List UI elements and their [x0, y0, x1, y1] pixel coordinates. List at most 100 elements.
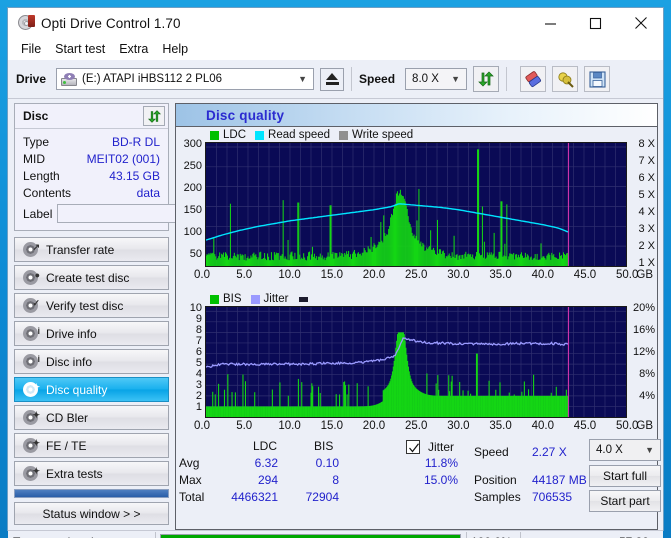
maximize-icon[interactable]: [573, 8, 618, 38]
chart1-ytick-300: 300: [183, 138, 202, 150]
chart1-xtick: 5.0: [236, 269, 253, 281]
stats-bis-max: 8: [332, 473, 339, 487]
status-divider-2: [466, 532, 467, 538]
window-controls: [528, 8, 663, 38]
disc-label-row: Label: [23, 203, 262, 224]
erase-button[interactable]: [520, 66, 547, 92]
status-bar: Test completed 100.0% 57:39: [8, 530, 663, 538]
stats-col-ldc: LDC: [253, 439, 278, 453]
disc-info-panel: Disc Type BD-R DL MID MEIT02 (001) Lengt…: [14, 103, 262, 231]
drive-label: Drive: [16, 72, 47, 86]
legend-item-jitter: Jitter: [250, 293, 288, 305]
chart2-xtick: 20.0: [362, 420, 386, 432]
chart2-plot[interactable]: [205, 306, 627, 418]
disc-row-length-key: Length: [23, 169, 60, 183]
sidebar-item-drive-info[interactable]: i Drive info: [14, 321, 169, 346]
menu-help[interactable]: Help: [155, 39, 195, 59]
chart1-xtick: 15.0: [320, 269, 343, 281]
chart2-y2tick-12: 12%: [632, 346, 655, 358]
refresh-button[interactable]: [473, 66, 500, 92]
sidebar-item-transfer-rate[interactable]: ↗ Transfer rate: [14, 237, 169, 262]
menu-file[interactable]: File: [14, 39, 48, 59]
main-content: Disc quality LDC Read speed Write speed …: [175, 99, 663, 530]
chart1-y2tick-4x: 4 X: [638, 206, 655, 218]
chart1-plotwrap: 300 250 200 150 100 50 8 X 7 X 6 X 5 X 4…: [178, 138, 655, 288]
status-window-button[interactable]: Status window > >: [14, 502, 169, 525]
position-stat-label: Position: [474, 473, 517, 487]
stats-bis-total: 72904: [305, 490, 339, 504]
disc-row-type-value: BD-R DL: [111, 135, 160, 149]
menu-extra[interactable]: Extra: [112, 39, 155, 59]
speed-select[interactable]: 8.0 X ▼: [405, 68, 468, 90]
chart2-xtick: 50.0: [616, 420, 639, 432]
legend-item-write-speed: Write speed: [339, 129, 413, 141]
sidebar-item-cd-bler[interactable]: ✦ CD Bler: [14, 405, 169, 430]
chart2-xtick: 0.0: [194, 420, 210, 432]
speed-label: Speed: [359, 72, 396, 86]
panel-header: Disc quality: [176, 104, 657, 127]
drive-select[interactable]: (E:) ATAPI iHBS112 2 PL06 ▼: [56, 68, 315, 90]
samples-stat-label: Samples: [474, 490, 521, 504]
legend-swatch-bis: [210, 294, 219, 304]
disc-row-type-key: Type: [23, 135, 50, 149]
disc-panel-header: Disc: [15, 104, 168, 129]
speed-stat-value: 2.27 X: [532, 445, 567, 459]
start-part-button[interactable]: Start part: [589, 490, 661, 512]
sidebar-item-label: Verify test disc: [46, 298, 124, 313]
disc-verify-icon: ✓: [22, 297, 40, 314]
sidebar-item-fe-te[interactable]: ✦ FE / TE: [14, 433, 169, 458]
stats-bis-avg: 0.10: [315, 456, 339, 470]
stats-row-max: Max: [179, 473, 202, 487]
app-disc-icon: [18, 15, 35, 31]
start-full-button[interactable]: Start full: [589, 465, 661, 487]
chart1-xtick: 35.0: [489, 269, 512, 281]
chart2-y2tick-16: 16%: [632, 324, 655, 336]
chart1-ytick-100: 100: [183, 226, 202, 238]
sidebar-item-disc-info[interactable]: i Disc info: [14, 349, 169, 374]
chart1-ytick-250: 250: [183, 160, 202, 172]
chart1-plot[interactable]: [205, 142, 627, 267]
chart2-plotwrap: 10 9 8 7 6 5 4 3 2 1 20% 16% 12% 8% 4% 0…: [178, 302, 655, 438]
test-speed-select[interactable]: 4.0 X ▼: [589, 439, 661, 461]
disc-create-icon: ●: [22, 269, 40, 286]
chart1-xtick: 0.0: [194, 269, 210, 281]
sidebar-item-verify-test-disc[interactable]: ✓ Verify test disc: [14, 293, 169, 318]
eject-button[interactable]: [320, 67, 345, 91]
drive-select-value: (E:) ATAPI iHBS112 2 PL06: [82, 73, 223, 85]
disc-extra-icon: ✦: [22, 465, 40, 482]
minimize-icon[interactable]: [528, 8, 573, 38]
refresh-icon: [478, 71, 494, 87]
sidebar-item-create-test-disc[interactable]: ● Create test disc: [14, 265, 169, 290]
legend-swatch-ldc: [210, 130, 219, 140]
eraser-icon: [525, 70, 541, 87]
legend-item-read-speed: Read speed: [255, 129, 330, 141]
chart1-svg: [206, 143, 626, 266]
nav-list: ↗ Transfer rate ● Create test disc ✓ Ver…: [14, 237, 169, 486]
close-icon[interactable]: [618, 8, 663, 38]
chevron-down-icon: ▼: [645, 445, 654, 455]
sidebar-item-label: Create test disc: [46, 270, 130, 285]
chart1-y2tick-1x: 1 X: [638, 257, 655, 269]
disc-row-mid-key: MID: [23, 152, 45, 166]
disc-row-contents-value: data: [136, 186, 160, 200]
chart2-svg: [206, 307, 626, 417]
sidebar-item-extra-tests[interactable]: ✦ Extra tests: [14, 461, 169, 486]
menu-start-test[interactable]: Start test: [48, 39, 112, 59]
chart1-y2tick-6x: 6 X: [638, 172, 655, 184]
chart-bis-jitter: BIS Jitter 10 9 8 7 6 5 4 3 2 1 20% 16% …: [178, 292, 655, 438]
disc-row-length: Length 43.15 GB: [23, 168, 160, 184]
disc-quality-icon: ✦: [22, 381, 40, 398]
sidebar-accent-bar: [14, 489, 169, 498]
tools-button[interactable]: [552, 66, 579, 92]
jitter-checkbox[interactable]: [406, 440, 420, 454]
desktop-background: Opti Drive Control 1.70 File Start test …: [0, 0, 671, 538]
stats-col-bis: BIS: [314, 439, 334, 453]
disc-refresh-button[interactable]: [143, 106, 165, 126]
sidebar-item-disc-quality[interactable]: ✦ Disc quality: [14, 377, 169, 402]
toolbar-divider-2: [506, 67, 508, 91]
application-window: Opti Drive Control 1.70 File Start test …: [7, 7, 664, 538]
save-button[interactable]: [584, 66, 611, 92]
legend-label-bis: BIS: [223, 293, 242, 305]
sidebar: Disc Type BD-R DL MID MEIT02 (001) Lengt…: [8, 99, 262, 530]
chart1-xtick: 20.0: [362, 269, 386, 281]
